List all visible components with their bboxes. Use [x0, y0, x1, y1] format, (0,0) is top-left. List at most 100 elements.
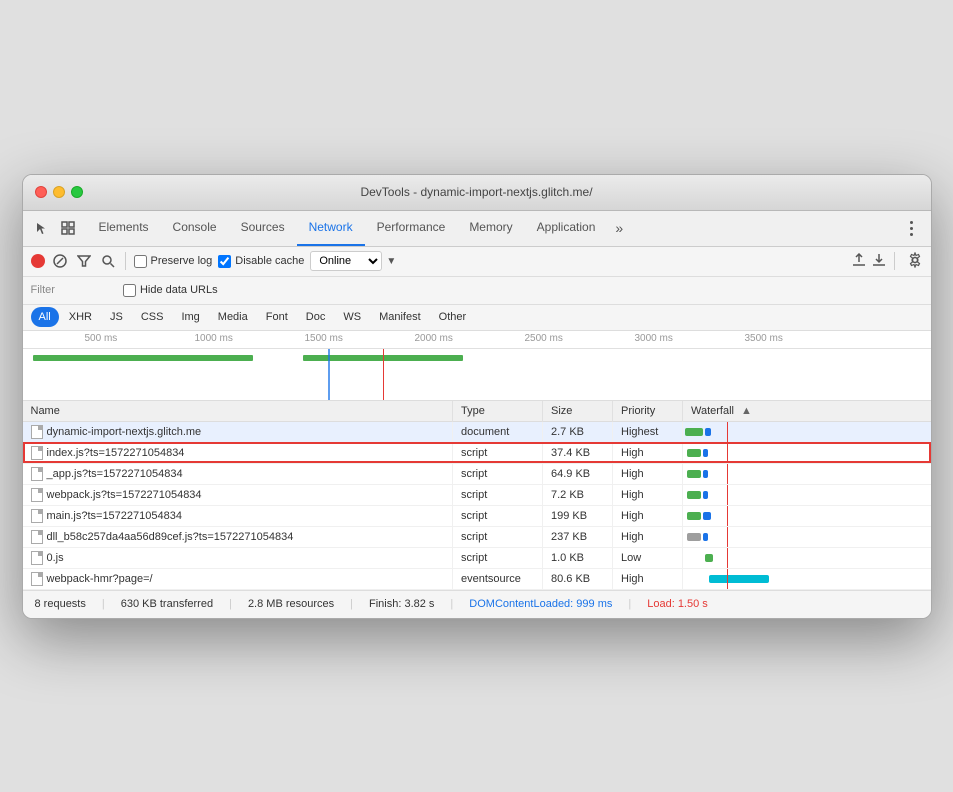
table-row[interactable]: dll_b58c257da4aa56d89cef.js?ts=157227105… — [23, 526, 931, 547]
table-row[interactable]: webpack-hmr?page=/eventsource80.6 KBHigh — [23, 568, 931, 589]
ruler-marks: 500 ms 1000 ms 1500 ms 2000 ms 2500 ms 3… — [23, 331, 931, 348]
network-table: Name Type Size Priority Waterfall ▲ dyna… — [23, 401, 931, 590]
table-row[interactable]: index.js?ts=1572271054834script37.4 KBHi… — [23, 442, 931, 463]
waterfall-bar — [705, 428, 711, 436]
status-finish: Finish: 3.82 s — [369, 598, 434, 610]
maximize-button[interactable] — [71, 186, 83, 198]
type-filter-js[interactable]: JS — [102, 307, 131, 327]
filter-label: Filter — [31, 284, 55, 296]
status-sep-3: | — [350, 598, 353, 610]
table-row[interactable]: _app.js?ts=1572271054834script64.9 KBHig… — [23, 463, 931, 484]
devtools-tabs: Elements Console Sources Network Perform… — [23, 211, 931, 247]
network-toolbar: Preserve log Disable cache Online Fast 3… — [23, 247, 931, 277]
cell-type: document — [453, 421, 543, 442]
tab-elements[interactable]: Elements — [87, 210, 161, 246]
tab-memory[interactable]: Memory — [457, 210, 524, 246]
col-type[interactable]: Type — [453, 401, 543, 422]
table-row[interactable]: dynamic-import-nextjs.glitch.me document2… — [23, 421, 931, 442]
cell-name: 0.js — [23, 547, 453, 568]
cell-priority: High — [613, 442, 683, 463]
type-filter-all[interactable]: All — [31, 307, 59, 327]
waterfall-load-line — [727, 569, 728, 589]
record-button[interactable] — [31, 254, 45, 268]
waterfall-bar — [685, 428, 703, 436]
tab-list: Elements Console Sources Network Perform… — [87, 210, 901, 246]
sort-arrow-icon: ▲ — [741, 405, 752, 417]
preserve-log-label[interactable]: Preserve log — [151, 255, 213, 267]
inspect-icon[interactable] — [57, 217, 79, 239]
type-filter-font[interactable]: Font — [258, 307, 296, 327]
file-name: main.js?ts=1572271054834 — [47, 510, 182, 522]
disable-cache-label[interactable]: Disable cache — [235, 255, 304, 267]
waterfall-bar — [687, 449, 701, 457]
tl-load-line — [383, 349, 384, 401]
ruler-2000: 2000 ms — [415, 333, 453, 344]
tab-sources[interactable]: Sources — [229, 210, 297, 246]
cell-priority: High — [613, 484, 683, 505]
tab-application[interactable]: Application — [525, 210, 608, 246]
tab-console[interactable]: Console — [161, 210, 229, 246]
waterfall-bar — [703, 470, 708, 478]
hide-urls-label[interactable]: Hide data URLs — [140, 284, 218, 296]
close-button[interactable] — [35, 186, 47, 198]
status-resources: 2.8 MB resources — [248, 598, 334, 610]
table-header-row: Name Type Size Priority Waterfall ▲ — [23, 401, 931, 422]
ruler-500: 500 ms — [85, 333, 118, 344]
cell-waterfall — [683, 547, 931, 568]
export-button[interactable] — [872, 253, 886, 270]
table-row[interactable]: 0.jsscript1.0 KBLow — [23, 547, 931, 568]
search-icon[interactable] — [99, 252, 117, 270]
type-filter-doc[interactable]: Doc — [298, 307, 334, 327]
cell-priority: High — [613, 505, 683, 526]
cell-type: script — [453, 442, 543, 463]
network-table-container[interactable]: Name Type Size Priority Waterfall ▲ dyna… — [23, 401, 931, 590]
cell-waterfall — [683, 526, 931, 547]
clear-button[interactable] — [51, 252, 69, 270]
type-filter-media[interactable]: Media — [210, 307, 256, 327]
minimize-button[interactable] — [53, 186, 65, 198]
col-waterfall[interactable]: Waterfall ▲ — [683, 401, 931, 422]
table-row[interactable]: webpack.js?ts=1572271054834script7.2 KBH… — [23, 484, 931, 505]
col-size[interactable]: Size — [543, 401, 613, 422]
type-filter-xhr[interactable]: XHR — [61, 307, 100, 327]
throttle-select[interactable]: Online Fast 3G Slow 3G Offline — [310, 251, 382, 271]
cell-name: webpack-hmr?page=/ — [23, 568, 453, 589]
type-filter-other[interactable]: Other — [431, 307, 475, 327]
col-priority[interactable]: Priority — [613, 401, 683, 422]
type-filter-ws[interactable]: WS — [335, 307, 369, 327]
type-filter-img[interactable]: Img — [173, 307, 207, 327]
file-icon — [31, 551, 43, 565]
settings-button[interactable] — [907, 252, 923, 271]
type-filter-css[interactable]: CSS — [133, 307, 172, 327]
tab-overflow-button[interactable]: » — [607, 220, 631, 236]
waterfall-load-line — [727, 548, 728, 568]
file-name: dynamic-import-nextjs.glitch.me — [47, 426, 202, 438]
cell-size: 2.7 KB — [543, 421, 613, 442]
hide-urls-checkbox[interactable] — [123, 284, 136, 297]
col-name[interactable]: Name — [23, 401, 453, 422]
import-button[interactable] — [852, 253, 866, 270]
preserve-log-group: Preserve log — [134, 255, 213, 268]
cell-priority: Highest — [613, 421, 683, 442]
cell-waterfall — [683, 421, 931, 442]
preserve-log-checkbox[interactable] — [134, 255, 147, 268]
file-icon — [31, 446, 43, 460]
title-bar: DevTools - dynamic-import-nextjs.glitch.… — [23, 175, 931, 211]
tab-network[interactable]: Network — [297, 210, 365, 246]
status-load: Load: 1.50 s — [647, 598, 708, 610]
type-filter-manifest[interactable]: Manifest — [371, 307, 429, 327]
ruler-3000: 3000 ms — [635, 333, 673, 344]
waterfall-bar — [703, 491, 708, 499]
cell-name: main.js?ts=1572271054834 — [23, 505, 453, 526]
tab-performance[interactable]: Performance — [365, 210, 458, 246]
disable-cache-checkbox[interactable] — [218, 255, 231, 268]
ruler-1000: 1000 ms — [195, 333, 233, 344]
waterfall-bar — [709, 575, 769, 583]
file-name: 0.js — [47, 552, 64, 564]
filter-icon[interactable] — [75, 252, 93, 270]
devtools-menu-button[interactable] — [901, 217, 923, 239]
table-body: dynamic-import-nextjs.glitch.me document2… — [23, 421, 931, 589]
file-icon — [31, 572, 43, 586]
cursor-icon[interactable] — [31, 217, 53, 239]
table-row[interactable]: main.js?ts=1572271054834script199 KBHigh — [23, 505, 931, 526]
